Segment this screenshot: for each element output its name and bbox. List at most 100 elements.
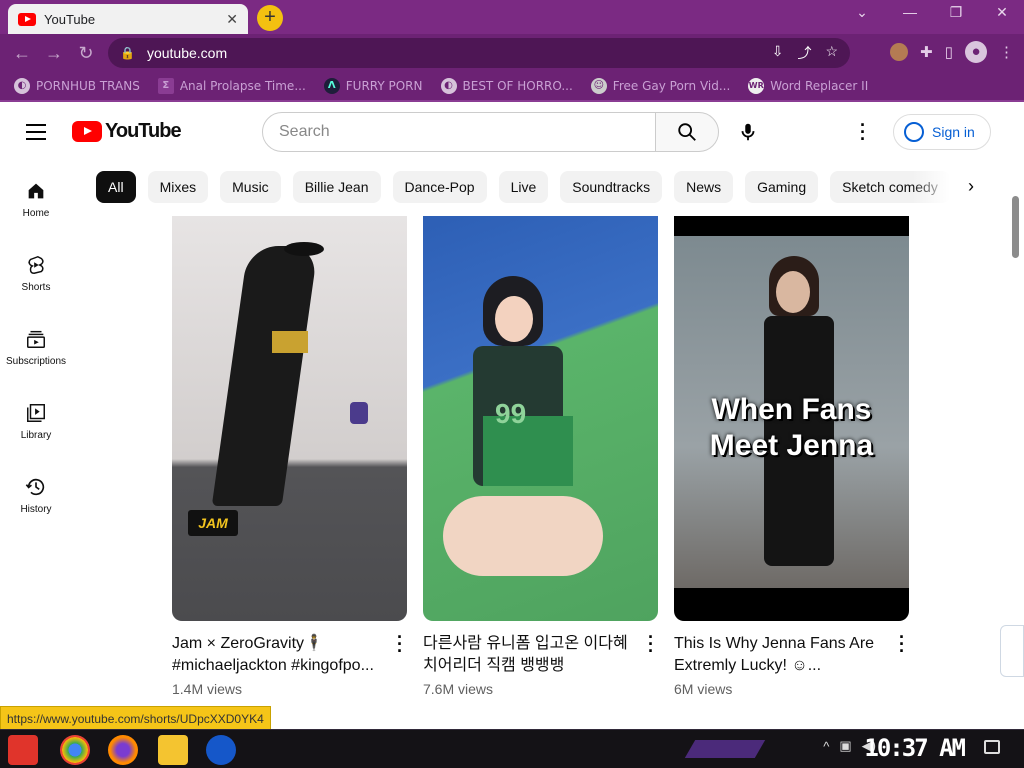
share-icon[interactable]: ⤴ — [797, 43, 811, 63]
chip-mixes[interactable]: Mixes — [147, 171, 209, 203]
globe-icon: ◐ — [440, 78, 457, 94]
bookmark-item[interactable]: ☺ Free Gay Porn Vid... — [590, 78, 730, 94]
firefox-taskbar-icon[interactable] — [108, 735, 138, 765]
shorts-card[interactable]: 99 다른사람 유니폼 입고온 이다혜 치어리더 직캠 뱅뱅뱅 7.6M vie… — [423, 216, 658, 697]
mini-guide: Home Shorts Subscriptions Library Histor… — [0, 170, 72, 540]
chip-dance-pop[interactable]: Dance-Pop — [392, 171, 487, 203]
bookmark-item[interactable]: ◐ BEST OF HORRO... — [440, 78, 573, 94]
settings-menu-icon[interactable]: · · · — [860, 116, 866, 148]
more-actions-icon[interactable]: · · · — [397, 628, 403, 660]
bookmark-star-icon[interactable]: ☆ — [825, 43, 838, 63]
extensions-puzzle-icon[interactable]: ✚ — [920, 43, 933, 61]
bookmark-item[interactable]: ◐ PORNHUB TRANS — [14, 78, 140, 94]
filter-chips: All Mixes Music Billie Jean Dance-Pop Li… — [96, 171, 950, 203]
lock-icon: 🔒 — [120, 46, 135, 60]
tab-title: YouTube — [44, 11, 96, 27]
bookmark-item[interactable]: Σ Anal Prolapse Time... — [157, 78, 306, 94]
thumbnail-overlay-text: When Fans Meet Jenna — [709, 393, 874, 462]
new-tab-button[interactable]: + — [257, 5, 283, 31]
chevron-up-icon[interactable]: ^ — [823, 739, 829, 754]
search-input[interactable]: Search — [262, 112, 656, 152]
voice-search-button[interactable] — [734, 118, 762, 146]
microphone-icon — [741, 123, 755, 141]
browser-menu-icon[interactable]: ⋮ — [999, 43, 1014, 61]
chip-billie-jean[interactable]: Billie Jean — [292, 171, 381, 203]
chip-music[interactable]: Music — [220, 171, 281, 203]
page-scrollbar[interactable] — [1012, 196, 1019, 258]
shorts-thumbnail[interactable]: When Fans Meet Jenna — [674, 216, 909, 621]
chip-all[interactable]: All — [96, 171, 136, 203]
chip-gaming[interactable]: Gaming — [745, 171, 819, 203]
youtube-logo[interactable]: YouTube — [72, 120, 182, 143]
sidebar-item-history[interactable]: History — [0, 466, 72, 540]
hamburger-menu-icon[interactable] — [26, 124, 46, 140]
chip-live[interactable]: Live — [498, 171, 549, 203]
install-icon[interactable]: ⇩ — [772, 43, 784, 63]
tab-search-icon[interactable]: ⌄ — [842, 4, 882, 21]
youtube-play-icon — [72, 121, 102, 142]
search-button[interactable] — [655, 112, 719, 152]
profile-avatar-icon[interactable]: ● — [965, 41, 987, 63]
search-icon — [678, 123, 696, 141]
shorts-card[interactable]: JAM Jam × ZeroGravity🕴️ #michaeljackton … — [172, 216, 407, 697]
address-bar[interactable]: 🔒 youtube.com ⇩ ⤴ ☆ — [108, 38, 850, 68]
teamviewer-taskbar-icon[interactable] — [206, 735, 236, 765]
sidebar-item-subscriptions[interactable]: Subscriptions — [0, 318, 72, 392]
reload-icon[interactable]: ↻ — [70, 43, 102, 64]
side-panel-icon[interactable]: ▯ — [945, 43, 953, 61]
chrome-taskbar-icon[interactable] — [60, 735, 90, 765]
shorts-title[interactable]: Jam × ZeroGravity🕴️ #michaeljackton #kin… — [172, 633, 382, 677]
home-icon — [28, 183, 44, 199]
browser-tab-bar: YouTube ✕ + ⌄ — ❐ ✕ — [0, 0, 1024, 34]
bookmark-item[interactable]: WR Word Replacer II — [748, 78, 868, 94]
sidebar-item-library[interactable]: Library — [0, 392, 72, 466]
tab-close-icon[interactable]: ✕ — [226, 11, 238, 28]
bookmarks-bar: ◐ PORNHUB TRANS Σ Anal Prolapse Time... ΛF… — [0, 72, 1024, 102]
close-window-icon[interactable]: ✕ — [982, 4, 1022, 21]
network-icon[interactable]: ▣ — [839, 738, 851, 754]
sign-in-button[interactable]: Sign in — [893, 114, 991, 150]
search-placeholder: Search — [279, 123, 330, 140]
triangle-icon: Λ — [323, 78, 340, 94]
chevron-right-icon[interactable]: › — [968, 176, 974, 197]
extension-face-icon[interactable] — [890, 43, 909, 61]
shorts-card[interactable]: When Fans Meet Jenna This Is Why Jenna F… — [674, 216, 909, 697]
more-actions-icon[interactable]: · · · — [899, 628, 905, 660]
bookmark-item[interactable]: Λ FURRY PORN — [323, 78, 423, 94]
address-url: youtube.com — [146, 45, 228, 61]
browser-toolbar: ← → ↻ 🔒 youtube.com ⇩ ⤴ ☆ ✚ ▯ ● ⋮ — [0, 34, 1024, 72]
notification-icon[interactable] — [984, 740, 1000, 754]
shorts-title[interactable]: 다른사람 유니폼 입고온 이다혜 치어리더 직캠 뱅뱅뱅 — [423, 633, 633, 677]
taskbar-decoration — [684, 740, 766, 758]
file-explorer-icon[interactable] — [158, 735, 188, 765]
sidebar-item-shorts[interactable]: Shorts — [0, 244, 72, 318]
chip-soundtracks[interactable]: Soundtracks — [560, 171, 663, 203]
shorts-icon — [28, 255, 44, 274]
shorts-title[interactable]: This Is Why Jenna Fans Are Extremly Luck… — [674, 633, 884, 677]
shorts-views: 6M views — [674, 681, 733, 697]
shorts-views: 7.6M views — [423, 681, 494, 697]
shorts-thumbnail[interactable]: 99 — [423, 216, 658, 621]
restore-icon[interactable]: ❐ — [936, 4, 976, 21]
forward-icon[interactable]: → — [38, 43, 70, 64]
start-button-icon[interactable] — [8, 735, 38, 765]
thumbnail-overlay-text: JAM — [188, 510, 238, 536]
taskbar: ^ ▣ ◀) 10:37 AM — [0, 729, 1024, 768]
taskbar-clock[interactable]: 10:37 AM — [864, 734, 966, 762]
tab-youtube[interactable]: YouTube ✕ — [8, 4, 248, 34]
person-icon: ☺ — [590, 78, 607, 94]
globe-icon: ◐ — [14, 78, 30, 94]
shorts-thumbnail[interactable]: JAM — [172, 216, 407, 621]
more-actions-icon[interactable]: · · · — [648, 628, 654, 660]
minimize-icon[interactable]: — — [890, 4, 930, 20]
youtube-header: YouTube Search · · · Sign in — [0, 104, 1024, 160]
sidebar-item-home[interactable]: Home — [0, 170, 72, 244]
status-bar-url: https://www.youtube.com/shorts/UDpcXXD0Y… — [0, 706, 271, 730]
library-icon — [27, 404, 45, 422]
teamviewer-panel-icon[interactable] — [1000, 625, 1024, 677]
wr-icon: WR — [748, 78, 765, 94]
thumbnail-overlay-text: 99 — [495, 398, 527, 429]
history-icon — [25, 478, 45, 496]
back-icon[interactable]: ← — [6, 43, 38, 64]
chip-news[interactable]: News — [674, 171, 734, 203]
